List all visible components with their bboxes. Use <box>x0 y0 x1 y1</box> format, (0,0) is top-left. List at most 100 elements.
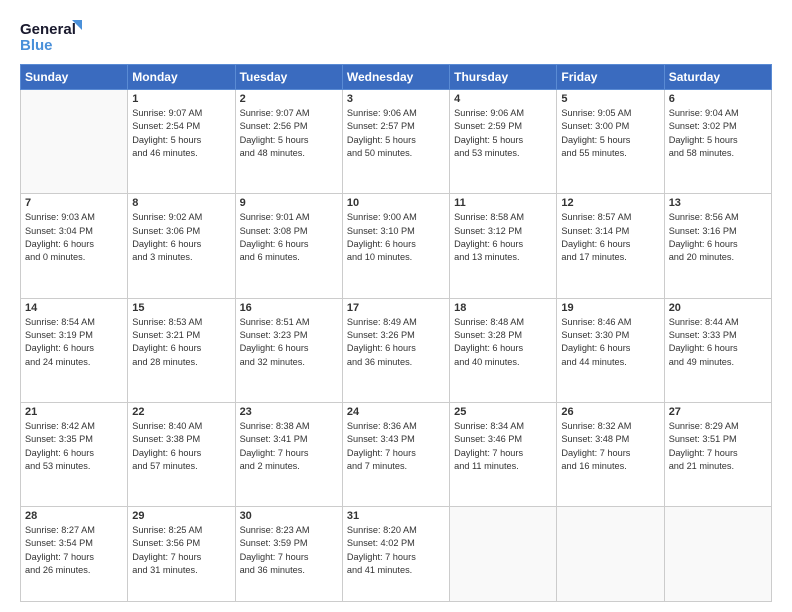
day-info: Sunrise: 9:06 AMSunset: 2:57 PMDaylight:… <box>347 107 445 160</box>
calendar-cell <box>557 507 664 602</box>
day-number: 16 <box>240 302 338 314</box>
calendar-cell: 19 Sunrise: 8:46 AMSunset: 3:30 PMDayligh… <box>557 298 664 402</box>
day-number: 19 <box>561 302 659 314</box>
calendar-cell <box>450 507 557 602</box>
calendar-cell: 8 Sunrise: 9:02 AMSunset: 3:06 PMDaylight… <box>128 194 235 298</box>
day-info: Sunrise: 8:54 AMSunset: 3:19 PMDaylight:… <box>25 316 123 369</box>
svg-text:Blue: Blue <box>20 37 53 54</box>
calendar-cell: 4 Sunrise: 9:06 AMSunset: 2:59 PMDaylight… <box>450 90 557 194</box>
day-info: Sunrise: 8:58 AMSunset: 3:12 PMDaylight:… <box>454 211 552 264</box>
weekday-header-friday: Friday <box>557 65 664 90</box>
day-number: 4 <box>454 93 552 105</box>
calendar-cell: 28 Sunrise: 8:27 AMSunset: 3:54 PMDayligh… <box>21 507 128 602</box>
day-number: 7 <box>25 197 123 209</box>
day-number: 3 <box>347 93 445 105</box>
calendar-table: SundayMondayTuesdayWednesdayThursdayFrid… <box>20 64 772 602</box>
weekday-header-row: SundayMondayTuesdayWednesdayThursdayFrid… <box>21 65 772 90</box>
day-number: 21 <box>25 406 123 418</box>
day-number: 22 <box>132 406 230 418</box>
day-info: Sunrise: 8:38 AMSunset: 3:41 PMDaylight:… <box>240 420 338 473</box>
day-number: 6 <box>669 93 767 105</box>
day-number: 29 <box>132 510 230 522</box>
day-number: 10 <box>347 197 445 209</box>
day-info: Sunrise: 9:03 AMSunset: 3:04 PMDaylight:… <box>25 211 123 264</box>
week-row-1: 1 Sunrise: 9:07 AMSunset: 2:54 PMDaylight… <box>21 90 772 194</box>
day-number: 20 <box>669 302 767 314</box>
day-info: Sunrise: 8:44 AMSunset: 3:33 PMDaylight:… <box>669 316 767 369</box>
calendar-cell: 12 Sunrise: 8:57 AMSunset: 3:14 PMDayligh… <box>557 194 664 298</box>
day-number: 12 <box>561 197 659 209</box>
day-info: Sunrise: 9:07 AMSunset: 2:56 PMDaylight:… <box>240 107 338 160</box>
day-info: Sunrise: 8:42 AMSunset: 3:35 PMDaylight:… <box>25 420 123 473</box>
week-row-3: 14 Sunrise: 8:54 AMSunset: 3:19 PMDayligh… <box>21 298 772 402</box>
day-info: Sunrise: 8:20 AMSunset: 4:02 PMDaylight:… <box>347 524 445 577</box>
calendar-cell: 20 Sunrise: 8:44 AMSunset: 3:33 PMDayligh… <box>664 298 771 402</box>
day-info: Sunrise: 9:02 AMSunset: 3:06 PMDaylight:… <box>132 211 230 264</box>
calendar-cell <box>21 90 128 194</box>
day-info: Sunrise: 9:06 AMSunset: 2:59 PMDaylight:… <box>454 107 552 160</box>
logo-svg: GeneralBlue <box>20 18 90 54</box>
day-info: Sunrise: 8:53 AMSunset: 3:21 PMDaylight:… <box>132 316 230 369</box>
day-info: Sunrise: 8:49 AMSunset: 3:26 PMDaylight:… <box>347 316 445 369</box>
calendar-cell: 21 Sunrise: 8:42 AMSunset: 3:35 PMDayligh… <box>21 402 128 506</box>
day-info: Sunrise: 8:29 AMSunset: 3:51 PMDaylight:… <box>669 420 767 473</box>
calendar-cell: 15 Sunrise: 8:53 AMSunset: 3:21 PMDayligh… <box>128 298 235 402</box>
day-info: Sunrise: 8:27 AMSunset: 3:54 PMDaylight:… <box>25 524 123 577</box>
calendar-cell: 31 Sunrise: 8:20 AMSunset: 4:02 PMDayligh… <box>342 507 449 602</box>
calendar-page: GeneralBlue SundayMondayTuesdayWednesday… <box>0 0 792 612</box>
calendar-cell: 29Sunrise: 8:25 AMSunset: 3:56 PMDayligh… <box>128 507 235 602</box>
calendar-cell: 27Sunrise: 8:29 AMSunset: 3:51 PMDayligh… <box>664 402 771 506</box>
weekday-header-thursday: Thursday <box>450 65 557 90</box>
calendar-cell: 30 Sunrise: 8:23 AMSunset: 3:59 PMDayligh… <box>235 507 342 602</box>
day-number: 30 <box>240 510 338 522</box>
header: GeneralBlue <box>20 18 772 54</box>
week-row-5: 28 Sunrise: 8:27 AMSunset: 3:54 PMDayligh… <box>21 507 772 602</box>
weekday-header-saturday: Saturday <box>664 65 771 90</box>
day-number: 24 <box>347 406 445 418</box>
day-number: 28 <box>25 510 123 522</box>
weekday-header-sunday: Sunday <box>21 65 128 90</box>
day-info: Sunrise: 8:36 AMSunset: 3:43 PMDaylight:… <box>347 420 445 473</box>
day-info: Sunrise: 8:34 AMSunset: 3:46 PMDaylight:… <box>454 420 552 473</box>
day-number: 9 <box>240 197 338 209</box>
day-number: 2 <box>240 93 338 105</box>
calendar-cell: 22 Sunrise: 8:40 AMSunset: 3:38 PMDayligh… <box>128 402 235 506</box>
day-info: Sunrise: 9:07 AMSunset: 2:54 PMDaylight:… <box>132 107 230 160</box>
calendar-cell: 10Sunrise: 9:00 AMSunset: 3:10 PMDayligh… <box>342 194 449 298</box>
weekday-header-tuesday: Tuesday <box>235 65 342 90</box>
day-info: Sunrise: 8:40 AMSunset: 3:38 PMDaylight:… <box>132 420 230 473</box>
day-number: 26 <box>561 406 659 418</box>
day-number: 14 <box>25 302 123 314</box>
calendar-cell: 24 Sunrise: 8:36 AMSunset: 3:43 PMDayligh… <box>342 402 449 506</box>
calendar-cell: 26 Sunrise: 8:32 AMSunset: 3:48 PMDayligh… <box>557 402 664 506</box>
day-info: Sunrise: 9:04 AMSunset: 3:02 PMDaylight:… <box>669 107 767 160</box>
day-info: Sunrise: 8:32 AMSunset: 3:48 PMDaylight:… <box>561 420 659 473</box>
calendar-cell <box>664 507 771 602</box>
day-number: 13 <box>669 197 767 209</box>
svg-text:General: General <box>20 21 76 38</box>
calendar-cell: 13Sunrise: 8:56 AMSunset: 3:16 PMDayligh… <box>664 194 771 298</box>
calendar-cell: 5 Sunrise: 9:05 AMSunset: 3:00 PMDaylight… <box>557 90 664 194</box>
calendar-cell: 16Sunrise: 8:51 AMSunset: 3:23 PMDayligh… <box>235 298 342 402</box>
day-number: 31 <box>347 510 445 522</box>
logo: GeneralBlue <box>20 18 90 54</box>
day-info: Sunrise: 8:57 AMSunset: 3:14 PMDaylight:… <box>561 211 659 264</box>
calendar-cell: 1 Sunrise: 9:07 AMSunset: 2:54 PMDaylight… <box>128 90 235 194</box>
calendar-cell: 14 Sunrise: 8:54 AMSunset: 3:19 PMDayligh… <box>21 298 128 402</box>
day-number: 23 <box>240 406 338 418</box>
calendar-cell: 11Sunrise: 8:58 AMSunset: 3:12 PMDayligh… <box>450 194 557 298</box>
day-number: 1 <box>132 93 230 105</box>
day-info: Sunrise: 8:23 AMSunset: 3:59 PMDaylight:… <box>240 524 338 577</box>
day-number: 8 <box>132 197 230 209</box>
day-number: 18 <box>454 302 552 314</box>
day-info: Sunrise: 9:05 AMSunset: 3:00 PMDaylight:… <box>561 107 659 160</box>
day-number: 15 <box>132 302 230 314</box>
calendar-cell: 9Sunrise: 9:01 AMSunset: 3:08 PMDaylight… <box>235 194 342 298</box>
calendar-cell: 7 Sunrise: 9:03 AMSunset: 3:04 PMDaylight… <box>21 194 128 298</box>
day-number: 17 <box>347 302 445 314</box>
weekday-header-monday: Monday <box>128 65 235 90</box>
calendar-cell: 17 Sunrise: 8:49 AMSunset: 3:26 PMDayligh… <box>342 298 449 402</box>
day-info: Sunrise: 8:46 AMSunset: 3:30 PMDaylight:… <box>561 316 659 369</box>
week-row-2: 7 Sunrise: 9:03 AMSunset: 3:04 PMDaylight… <box>21 194 772 298</box>
day-number: 5 <box>561 93 659 105</box>
